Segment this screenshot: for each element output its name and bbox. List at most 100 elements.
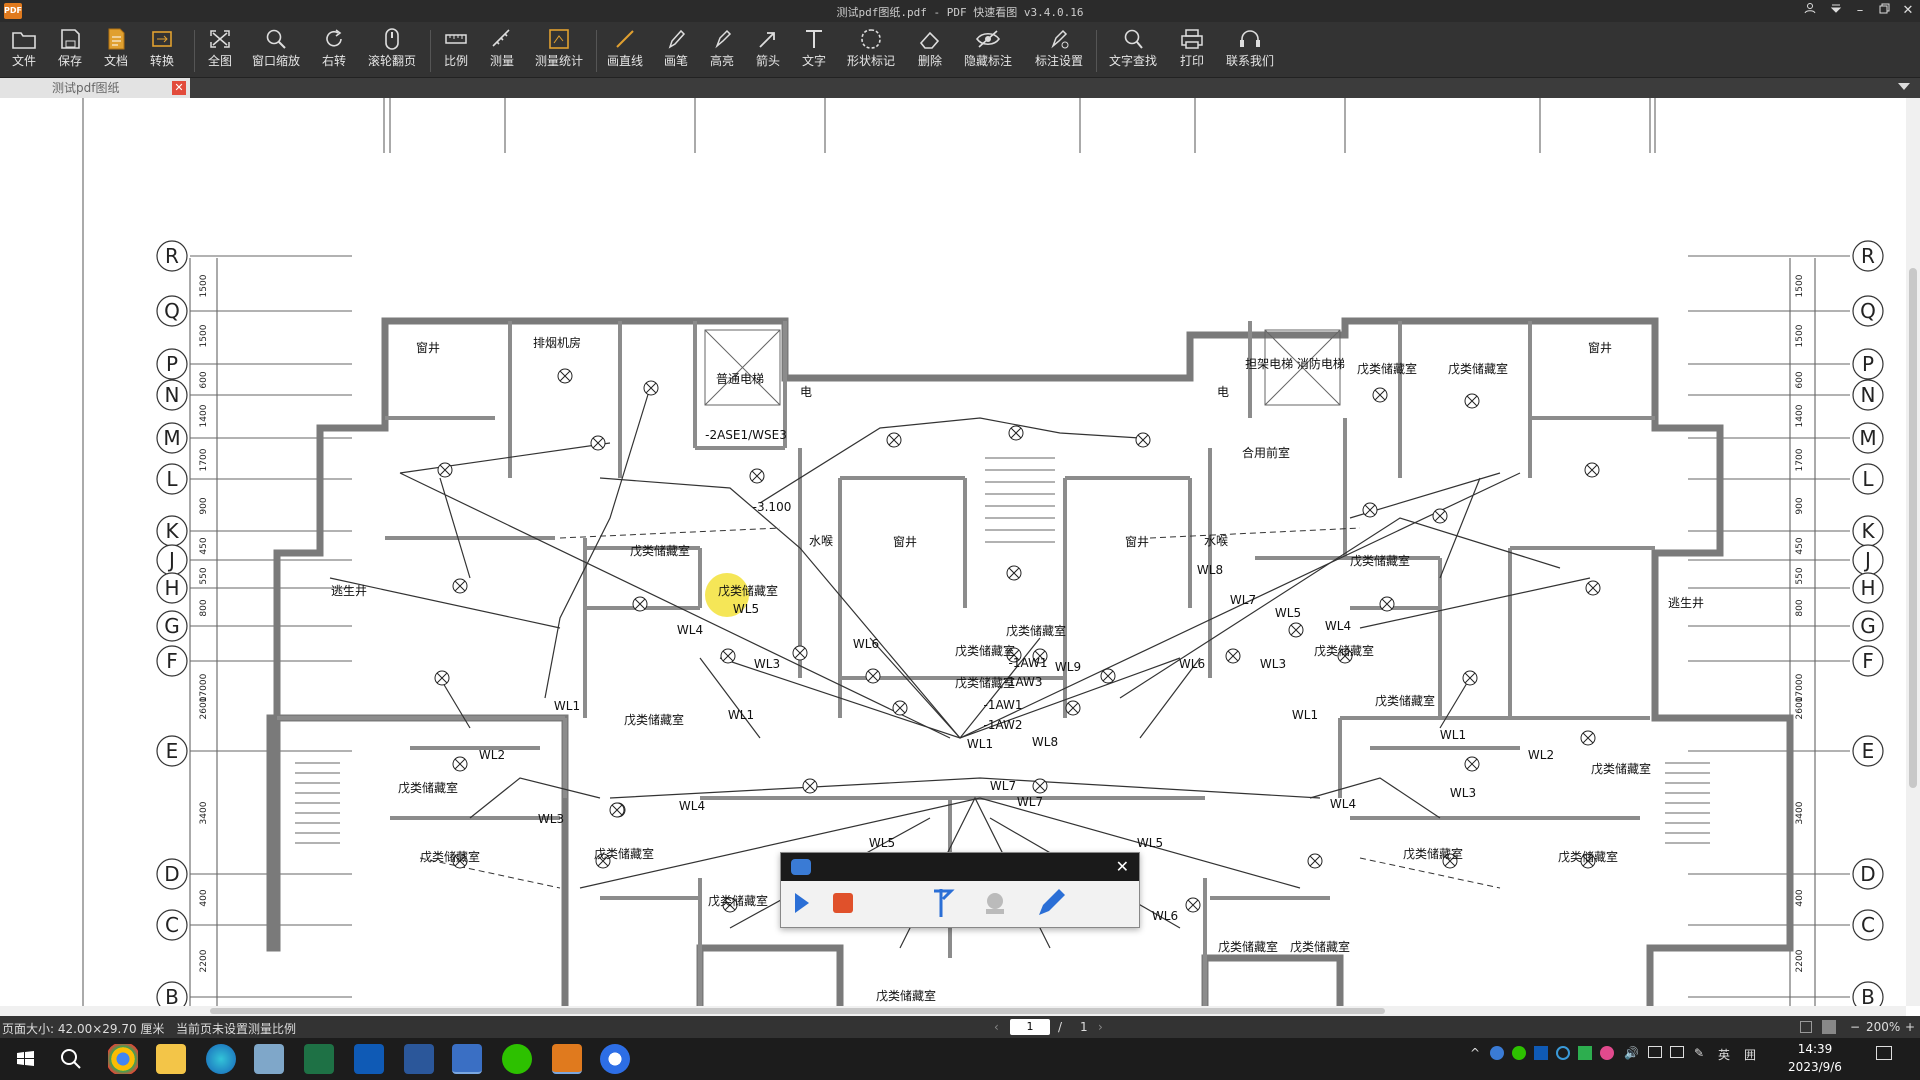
zoom-in-icon[interactable]: +: [1905, 1020, 1915, 1034]
restore-button[interactable]: [1872, 0, 1896, 22]
toolbar-delete-button[interactable]: 删除: [910, 24, 950, 76]
drawing-label-storage-6: 戊类储藏室: [955, 643, 1015, 658]
mouse-wheel-icon: [385, 28, 399, 50]
marker-icon[interactable]: [934, 889, 955, 917]
notification-icon[interactable]: [1876, 1046, 1892, 1060]
single-page-view-icon[interactable]: [1800, 1021, 1812, 1033]
edge-icon[interactable]: [206, 1044, 236, 1074]
pen-tray-icon[interactable]: ✎: [1694, 1046, 1704, 1060]
toolbar-measure-stats-button[interactable]: 测量统计: [530, 24, 588, 76]
dimension-label: 800: [1795, 599, 1805, 616]
drawing-label-wl4-a: WL4: [679, 799, 705, 813]
navigation-app-icon[interactable]: [600, 1044, 630, 1074]
notepad-icon[interactable]: [254, 1044, 284, 1074]
toolbar-file-button[interactable]: 文件: [4, 24, 44, 76]
window-title: 测试pdf图纸.pdf - PDF 快速看图 v3.4.0.16: [836, 6, 1084, 19]
windows-start-icon[interactable]: [10, 1044, 40, 1074]
horizontal-scrollbar[interactable]: [0, 1006, 1906, 1016]
system-clock[interactable]: 14:39 2023/9/6: [1780, 1040, 1850, 1076]
page-size-text: 页面大小: 42.00×29.70 厘米: [2, 1022, 165, 1036]
webcam-icon[interactable]: [986, 893, 1004, 914]
vertical-scroll-thumb[interactable]: [1909, 268, 1917, 788]
vertical-scrollbar[interactable]: [1906, 98, 1920, 1006]
tab-close-icon[interactable]: ✕: [172, 81, 186, 95]
tray-drive-icon[interactable]: [1578, 1046, 1592, 1060]
toolbar-document-button[interactable]: 文档: [96, 24, 136, 76]
chrome-icon[interactable]: [108, 1044, 138, 1074]
user-icon[interactable]: [1798, 0, 1822, 22]
tray-sync-icon[interactable]: [1556, 1046, 1570, 1060]
toolbar-contact-button[interactable]: 联系我们: [1222, 24, 1278, 76]
wechat-icon[interactable]: [502, 1044, 532, 1074]
close-window-button[interactable]: ✕: [1896, 0, 1920, 22]
ime-mode[interactable]: 囲: [1744, 1046, 1756, 1063]
toolbar-line-button[interactable]: 画直线: [602, 24, 648, 76]
drawing-label-storage-10: 戊类储藏室: [1375, 693, 1435, 708]
axis-bubble-left: P: [156, 348, 188, 380]
toolbar-save-button[interactable]: 保存: [50, 24, 90, 76]
light-fixture: [1372, 387, 1388, 403]
dropdown-menu-icon[interactable]: [1824, 0, 1848, 22]
next-page-icon[interactable]: ›: [1098, 1020, 1103, 1034]
toolbar-text-search-button[interactable]: 文字查找: [1104, 24, 1162, 76]
light-fixture: [1135, 432, 1151, 448]
excel-icon[interactable]: [304, 1044, 334, 1074]
tab-list-chevron-icon[interactable]: [1898, 83, 1910, 90]
continuous-view-icon[interactable]: [1822, 1020, 1836, 1034]
outlook-icon[interactable]: [354, 1044, 384, 1074]
page-number-input[interactable]: 1: [1010, 1019, 1050, 1035]
toolbar-rotate-right-button[interactable]: 右转: [314, 24, 354, 76]
volume-icon[interactable]: 🔊: [1624, 1046, 1639, 1060]
tab-document[interactable]: 测试pdf图纸 ✕: [0, 78, 190, 98]
toolbar-convert-button[interactable]: 转换: [142, 24, 182, 76]
tray-app-icon[interactable]: [1490, 1046, 1504, 1060]
tray-outlook-icon[interactable]: [1534, 1046, 1548, 1060]
toolbar-arrow-button[interactable]: 箭头: [748, 24, 788, 76]
svg-text:J: J: [167, 548, 175, 572]
toolbar-wheel-page-button[interactable]: 滚轮翻页: [364, 24, 420, 76]
stop-icon[interactable]: [833, 893, 853, 913]
recorder-close-button[interactable]: ✕: [1116, 857, 1129, 876]
toolbar-fit-all-button[interactable]: 全图: [200, 24, 240, 76]
toolbar-pen-button[interactable]: 画笔: [656, 24, 696, 76]
toolbar-scale-button[interactable]: 比例: [436, 24, 476, 76]
network-icon[interactable]: [1648, 1046, 1662, 1058]
toolbar-text-button[interactable]: 文字: [794, 24, 834, 76]
toolbar-measure-button[interactable]: 测量: [482, 24, 522, 76]
drawing-label-wl2-l: WL2: [479, 748, 505, 762]
title-bar: PDF 测试pdf图纸.pdf - PDF 快速看图 v3.4.0.16 – ✕: [0, 0, 1920, 22]
light-fixture: [1006, 565, 1022, 581]
toolbar-zoom-window-button[interactable]: 窗口缩放: [248, 24, 304, 76]
toolbar-shape-mark-button[interactable]: 形状标记: [842, 24, 900, 76]
cad-viewer-icon[interactable]: [452, 1044, 482, 1074]
drawing-label-escape-right: 逃生井: [1668, 596, 1704, 610]
prev-page-icon[interactable]: ‹: [994, 1020, 999, 1034]
tray-wechat-icon[interactable]: [1512, 1046, 1526, 1060]
tray-music-icon[interactable]: [1600, 1046, 1614, 1060]
drawing-label-wl7-b: WL7: [1017, 795, 1043, 809]
drawing-label-storage-3: 戊类储藏室: [630, 543, 690, 558]
zoom-out-icon[interactable]: −: [1850, 1020, 1860, 1034]
document-icon: [108, 28, 125, 50]
display-icon[interactable]: [1670, 1046, 1684, 1058]
minimize-button[interactable]: –: [1848, 0, 1872, 22]
horizontal-scroll-thumb[interactable]: [210, 1008, 1385, 1014]
word-icon[interactable]: [404, 1044, 434, 1074]
pdf-viewer-icon[interactable]: [552, 1044, 582, 1074]
ime-language[interactable]: 英: [1718, 1046, 1730, 1063]
drawing-label-wl8: WL8: [1197, 563, 1223, 577]
drawing-label-storage-11: 戊类储藏室: [624, 712, 684, 727]
toolbar-highlight-button[interactable]: 高亮: [702, 24, 742, 76]
toolbar-print-button[interactable]: 打印: [1172, 24, 1212, 76]
svg-text:N: N: [1861, 383, 1876, 407]
toolbar-hide-annotation-button[interactable]: 隐藏标注: [960, 24, 1016, 76]
toolbar-annotation-settings-button[interactable]: 标注设置: [1030, 24, 1088, 76]
axis-bubble-left: H: [156, 572, 188, 604]
play-icon[interactable]: [795, 893, 809, 913]
tray-expand-icon[interactable]: ^: [1470, 1046, 1480, 1060]
pencil-icon[interactable]: [1039, 889, 1065, 915]
zoom-level[interactable]: 200%: [1866, 1020, 1900, 1034]
search-icon[interactable]: [56, 1044, 86, 1074]
svg-text:P: P: [166, 352, 178, 376]
file-explorer-icon[interactable]: [156, 1044, 186, 1074]
